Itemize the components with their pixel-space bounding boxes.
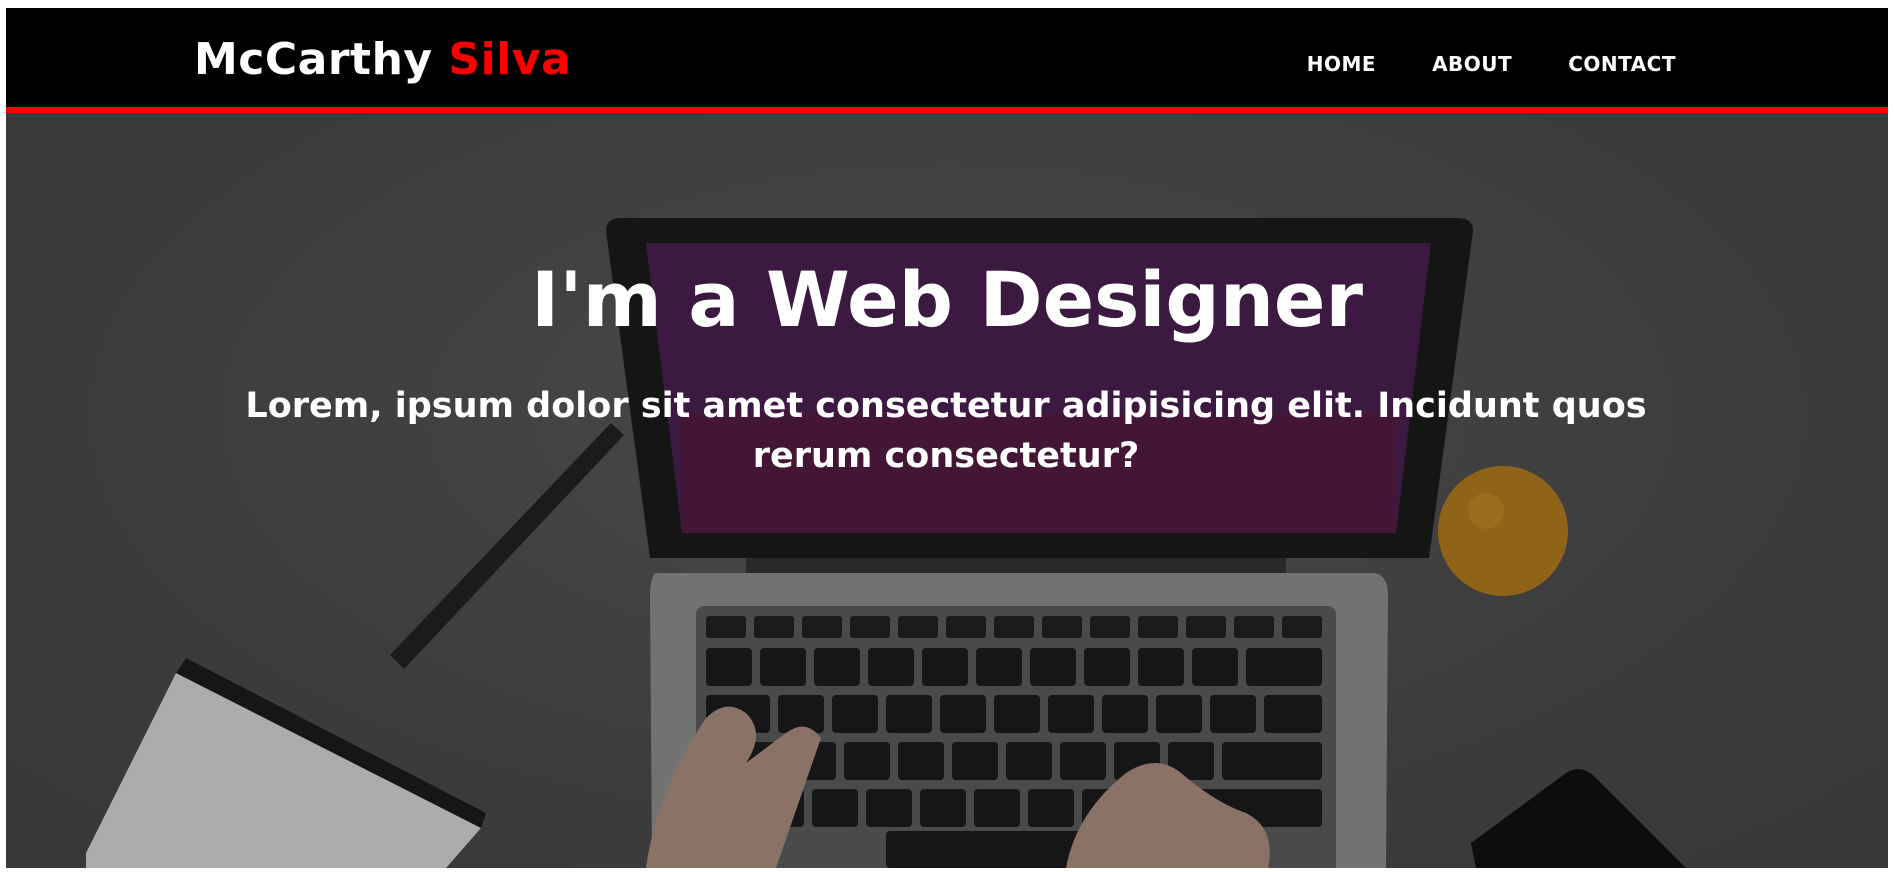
nav-about[interactable]: ABOUT — [1432, 52, 1512, 76]
page-frame: McCarthy Silva HOME ABOUT CONTACT I'm a … — [6, 8, 1888, 868]
brand-first-name: McCarthy — [194, 34, 433, 85]
navbar: McCarthy Silva HOME ABOUT CONTACT — [6, 8, 1888, 113]
nav-contact[interactable]: CONTACT — [1568, 52, 1676, 76]
hero-overlay — [6, 113, 1888, 868]
brand-last-name: Silva — [448, 34, 572, 85]
hero-title: I'm a Web Designer — [531, 255, 1363, 344]
main-nav: HOME ABOUT CONTACT — [1307, 52, 1676, 76]
hero-subtitle: Lorem, ipsum dolor sit amet consectetur … — [245, 386, 1647, 476]
brand-logo[interactable]: McCarthy Silva — [194, 34, 571, 85]
nav-home[interactable]: HOME — [1307, 52, 1376, 76]
hero-section: I'm a Web Designer Lorem, ipsum dolor si… — [6, 113, 1888, 868]
